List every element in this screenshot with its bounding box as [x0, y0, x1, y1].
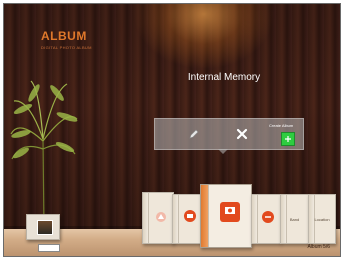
plant-decoration	[10, 80, 78, 229]
album-badge-icon	[219, 201, 241, 223]
album-badge-icon	[183, 209, 197, 223]
edit-album-button[interactable]	[185, 125, 203, 143]
album-screen: ALBUM DIGITAL PHOTO ALBUM Internal Memor…	[3, 3, 341, 257]
album-badge-icon	[155, 211, 167, 223]
panel-pointer	[218, 149, 228, 154]
app-subtitle: DIGITAL PHOTO ALBUM	[41, 45, 92, 50]
create-album-label: Create Album	[269, 123, 294, 128]
album-book-band[interactable]: Band	[280, 194, 309, 244]
book-spine	[252, 195, 258, 243]
album-label: Band	[289, 216, 300, 222]
book-spine	[173, 195, 179, 243]
album-book-4[interactable]	[251, 194, 281, 244]
thumbnail-card	[38, 244, 60, 252]
book-spine	[201, 185, 209, 247]
plus-icon	[285, 136, 291, 142]
album-label: Location	[314, 216, 330, 222]
album-book-1[interactable]	[142, 192, 174, 244]
album-action-panel: Create Album	[154, 118, 304, 150]
app-title: ALBUM	[41, 29, 87, 43]
create-album-button[interactable]	[281, 132, 295, 146]
album-book-location[interactable]: Location	[308, 194, 336, 244]
delete-album-button[interactable]	[233, 125, 251, 143]
thumbnail-photo	[37, 220, 53, 235]
album-book-2[interactable]	[172, 194, 202, 244]
close-icon	[236, 128, 248, 140]
selected-album-thumbnail[interactable]	[26, 214, 60, 240]
album-counter: Album 5/6	[307, 244, 330, 250]
album-badge-icon	[261, 210, 275, 224]
pencil-icon	[189, 129, 199, 139]
album-book-selected[interactable]	[200, 184, 252, 248]
book-spine	[143, 193, 149, 243]
storage-title: Internal Memory	[187, 72, 261, 83]
